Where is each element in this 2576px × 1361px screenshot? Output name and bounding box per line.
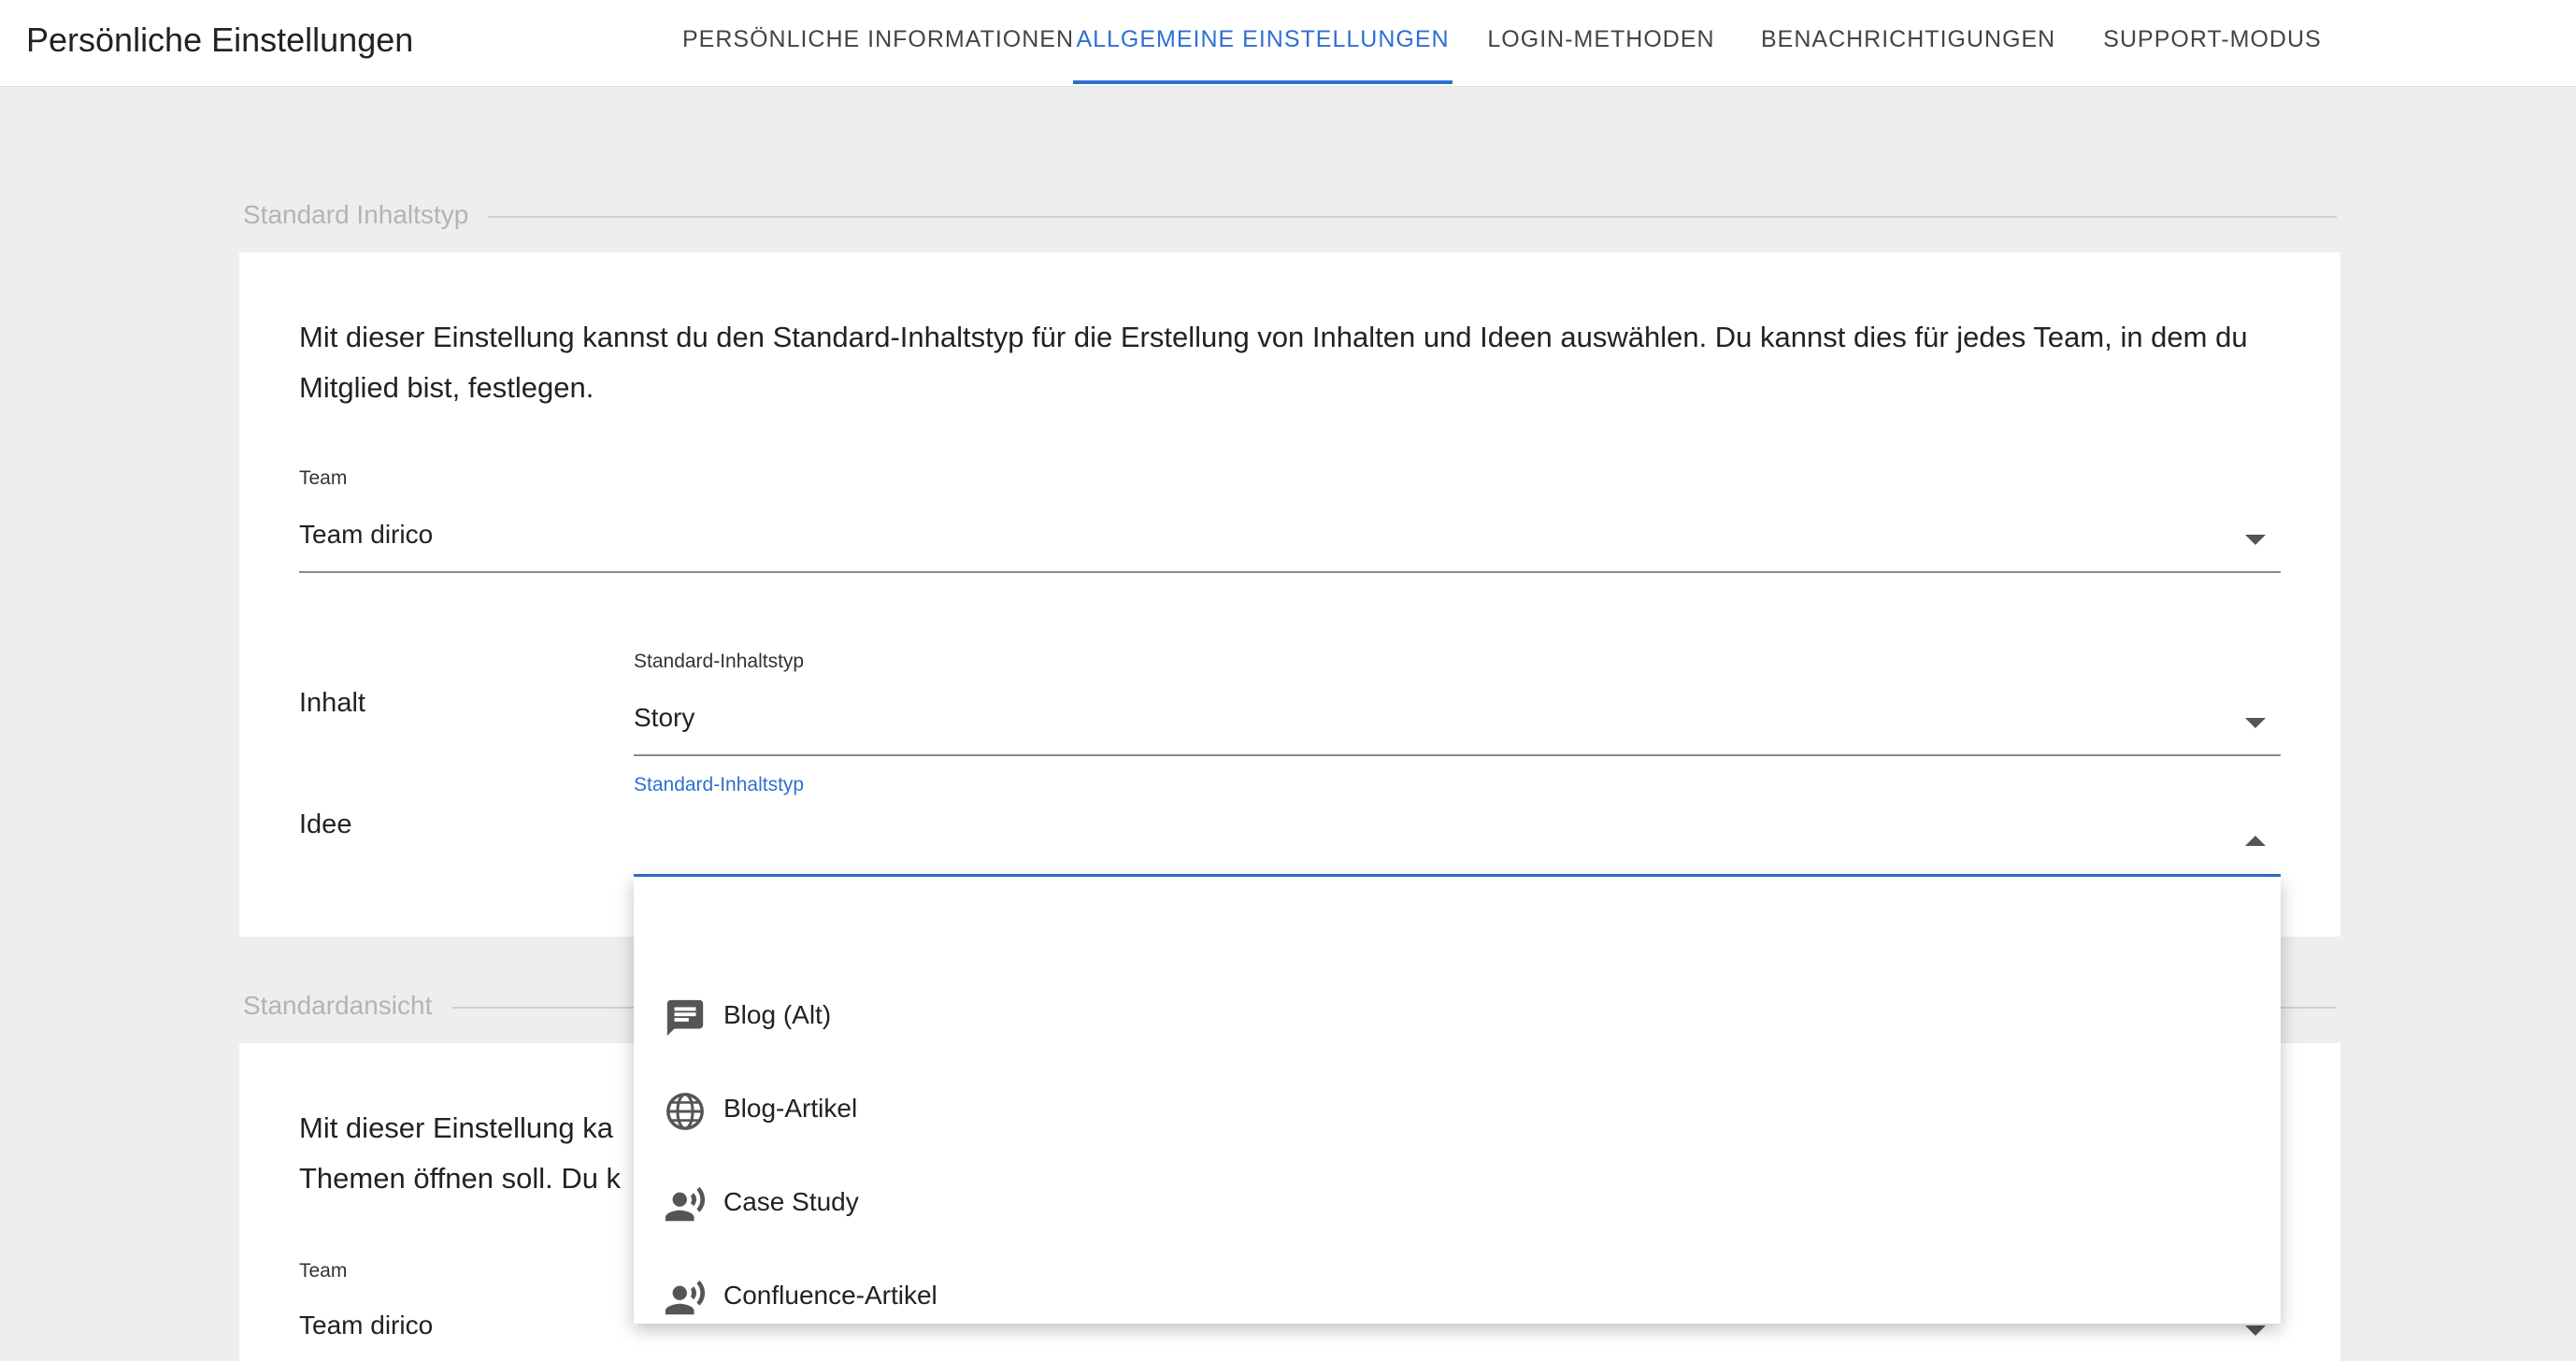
chevron-down-icon bbox=[2245, 718, 2266, 728]
dropdown-item-blog-alt[interactable]: Blog (Alt) bbox=[634, 968, 2281, 1062]
tab-allgemeine-einstellungen[interactable]: ALLGEMEINE EINSTELLUNGEN bbox=[1073, 0, 1453, 84]
tab-persoenliche-informationen[interactable]: PERSÖNLICHE INFORMATIONEN bbox=[682, 0, 1073, 84]
inhalt-select[interactable]: Story bbox=[634, 680, 2281, 755]
globe-icon bbox=[666, 1093, 704, 1130]
inhalt-field-label: Standard-Inhaltstyp bbox=[634, 651, 805, 672]
chevron-up-icon bbox=[2245, 836, 2266, 846]
record-voice-icon bbox=[665, 1186, 706, 1222]
inhalt-label: Inhalt bbox=[299, 688, 365, 718]
chevron-down-icon bbox=[2245, 1325, 2266, 1336]
content-type-dropdown[interactable]: Blog (Alt) Blog-Artikel Case Study Confl… bbox=[634, 877, 2281, 1324]
chevron-down-icon bbox=[2245, 535, 2266, 545]
record-voice-icon bbox=[665, 1280, 706, 1315]
section-label-standard-inhaltstyp: Standard Inhaltstyp bbox=[243, 200, 469, 229]
section-description-line-1: Mit dieser Einstellung ka bbox=[299, 1111, 613, 1144]
dropdown-item-case-study[interactable]: Case Study bbox=[634, 1155, 2281, 1249]
idee-select[interactable] bbox=[634, 804, 2281, 875]
idee-field-label: Standard-Inhaltstyp bbox=[634, 774, 805, 795]
dropdown-empty-option[interactable] bbox=[634, 877, 2281, 970]
dropdown-item-confluence-artikel[interactable]: Confluence-Artikel bbox=[634, 1249, 2281, 1324]
dropdown-item-blog-artikel[interactable]: Blog-Artikel bbox=[634, 1062, 2281, 1155]
top-bar: Persönliche Einstellungen PERSÖNLICHE IN… bbox=[0, 0, 2576, 87]
team-select-value: Team dirico bbox=[299, 520, 434, 549]
team-field-label: Team bbox=[299, 1260, 348, 1282]
team-select[interactable]: Team dirico bbox=[299, 497, 2281, 572]
section-label-standardansicht: Standardansicht bbox=[243, 991, 433, 1020]
tab-support-modus[interactable]: SUPPORT-MODUS bbox=[2101, 0, 2324, 84]
team-select-value: Team dirico bbox=[299, 1311, 434, 1340]
inhalt-select-value: Story bbox=[634, 703, 695, 732]
dropdown-item-label: Case Study bbox=[723, 1187, 859, 1216]
card-standard-inhaltstyp: Mit dieser Einstellung kannst du den Sta… bbox=[239, 252, 2340, 937]
page-title: Persönliche Einstellungen bbox=[26, 21, 414, 59]
team-select-underline bbox=[299, 571, 2281, 573]
section-divider bbox=[488, 216, 2337, 218]
section-description: Mit dieser Einstellung kannst du den Sta… bbox=[299, 321, 2248, 404]
tab-benachrichtigungen[interactable]: BENACHRICHTIGUNGEN bbox=[1761, 0, 2054, 84]
section-description-line-2: Themen öffnen soll. Du k bbox=[299, 1162, 622, 1195]
idee-label: Idee bbox=[299, 809, 352, 839]
dropdown-item-label: Blog-Artikel bbox=[723, 1094, 858, 1123]
team-field-label: Team bbox=[299, 467, 348, 489]
inhalt-select-underline bbox=[634, 754, 2281, 756]
dropdown-item-label: Blog (Alt) bbox=[723, 1000, 832, 1029]
tab-login-methoden[interactable]: LOGIN-METHODEN bbox=[1486, 0, 1716, 84]
dropdown-item-label: Confluence-Artikel bbox=[723, 1281, 937, 1310]
message-icon bbox=[666, 999, 704, 1037]
